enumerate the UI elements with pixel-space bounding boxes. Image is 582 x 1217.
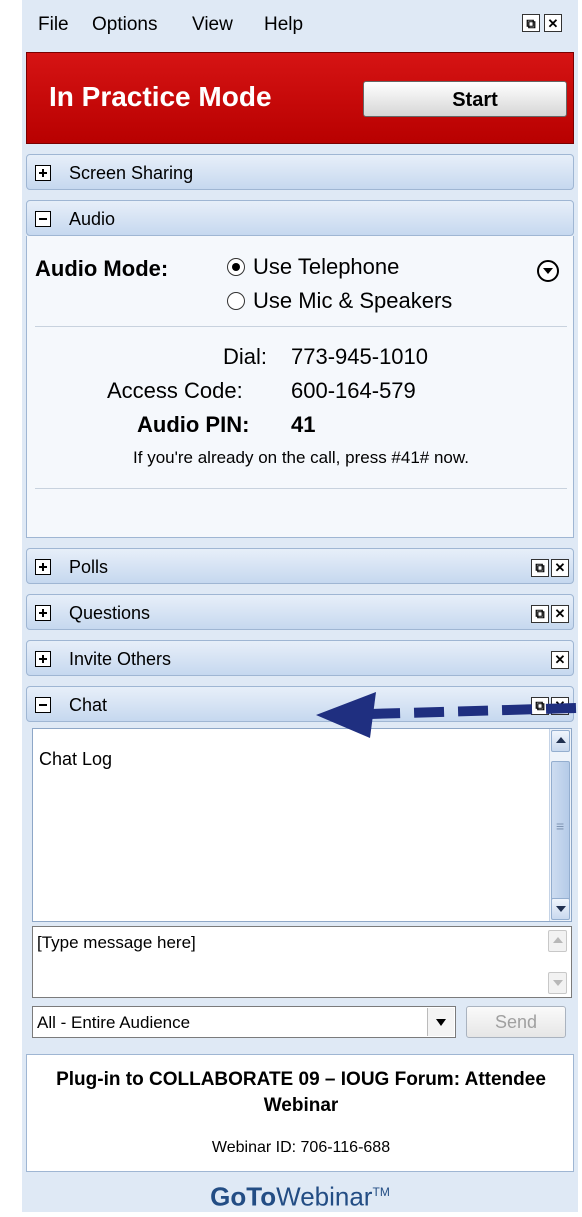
scroll-down-icon[interactable] — [548, 972, 567, 994]
expand-icon[interactable] — [35, 605, 51, 621]
send-button[interactable]: Send — [466, 1006, 566, 1038]
chat-log[interactable]: Chat Log — [32, 728, 572, 922]
audience-select[interactable]: All - Entire Audience — [32, 1006, 456, 1038]
divider — [35, 488, 567, 489]
menu-help[interactable]: Help — [264, 14, 303, 36]
chat-message-input[interactable]: [Type message here] — [32, 926, 572, 998]
close-icon[interactable]: ✕ — [551, 651, 569, 669]
chevron-down-icon[interactable] — [427, 1008, 454, 1036]
scroll-thumb[interactable] — [551, 761, 570, 901]
close-icon[interactable]: ✕ — [551, 559, 569, 577]
menu-bar: File Options View Help ⧉ ✕ — [22, 0, 578, 48]
audio-pin-value: 41 — [291, 412, 316, 437]
restore-window-icon[interactable]: ⧉ — [522, 14, 540, 32]
webinar-id: Webinar ID: 706-116-688 — [211, 1139, 391, 1156]
expand-icon[interactable] — [35, 559, 51, 575]
message-scrollbar[interactable] — [547, 929, 569, 995]
practice-mode-bar: In Practice Mode Start — [26, 52, 574, 144]
audio-panel: Audio Mode: Use Telephone Use Mic & Spea… — [26, 236, 574, 538]
menu-options[interactable]: Options — [92, 14, 157, 36]
divider — [35, 326, 567, 327]
gotowebinar-logo: GoToWebinarTM — [22, 1172, 578, 1212]
popout-icon[interactable]: ⧉ — [531, 559, 549, 577]
section-questions[interactable]: Questions ⧉ ✕ — [26, 594, 574, 630]
logo-light: Webinar — [276, 1181, 373, 1212]
scroll-up-icon[interactable] — [548, 930, 567, 952]
scroll-down-icon[interactable] — [551, 898, 570, 920]
close-window-icon[interactable]: ✕ — [544, 14, 562, 32]
menu-view[interactable]: View — [192, 14, 233, 36]
section-label: Audio — [69, 209, 116, 229]
start-button[interactable]: Start — [363, 81, 567, 117]
logo-bold: GoTo — [210, 1181, 277, 1212]
section-screen-sharing[interactable]: Screen Sharing — [26, 154, 574, 190]
webinar-info: Plug-in to COLLABORATE 09 – IOUG Forum: … — [26, 1054, 574, 1172]
section-polls[interactable]: Polls ⧉ ✕ — [26, 548, 574, 584]
collapse-icon[interactable] — [35, 211, 51, 227]
radio-use-mic-speakers[interactable] — [227, 292, 245, 310]
practice-mode-title: In Practice Mode — [49, 81, 272, 112]
popout-icon[interactable]: ⧉ — [531, 605, 549, 623]
logo-trademark: TM — [372, 1185, 390, 1199]
access-code-value: 600-164-579 — [291, 378, 416, 403]
section-label: Screen Sharing — [69, 163, 194, 183]
close-icon[interactable]: ✕ — [551, 605, 569, 623]
chat-log-label: Chat Log — [39, 749, 113, 769]
section-label: Questions — [69, 603, 151, 623]
annotation-arrow-icon — [316, 692, 577, 738]
radio-use-telephone[interactable] — [227, 258, 245, 276]
section-label: Chat — [69, 695, 108, 715]
section-label: Polls — [69, 557, 109, 577]
gotowebinar-control-panel: File Options View Help ⧉ ✕ In Practice M… — [22, 0, 578, 1212]
access-code-label: Access Code: — [107, 378, 243, 403]
section-invite-others[interactable]: Invite Others ✕ — [26, 640, 574, 676]
audio-mode-label: Audio Mode: — [35, 256, 169, 281]
audio-instructions: If you're already on the call, press #41… — [133, 448, 469, 467]
radio-label[interactable]: Use Telephone — [253, 254, 399, 280]
audio-options-dropdown-icon[interactable] — [537, 260, 559, 282]
dial-label: Dial: — [223, 344, 268, 369]
audience-select-value[interactable]: All - Entire Audience — [37, 1013, 190, 1033]
expand-icon[interactable] — [35, 165, 51, 181]
webinar-title: Plug-in to COLLABORATE 09 – IOUG Forum: … — [56, 1069, 546, 1116]
section-label: Invite Others — [69, 649, 172, 669]
expand-icon[interactable] — [35, 651, 51, 667]
chat-message-placeholder[interactable]: [Type message here] — [37, 933, 196, 953]
audio-pin-label: Audio PIN: — [137, 412, 250, 437]
menu-file[interactable]: File — [38, 14, 69, 36]
section-audio[interactable]: Audio — [26, 200, 574, 236]
chat-log-scrollbar[interactable] — [549, 729, 571, 921]
radio-label[interactable]: Use Mic & Speakers — [253, 288, 452, 314]
dial-number: 773-945-1010 — [291, 344, 429, 369]
collapse-icon[interactable] — [35, 697, 51, 713]
